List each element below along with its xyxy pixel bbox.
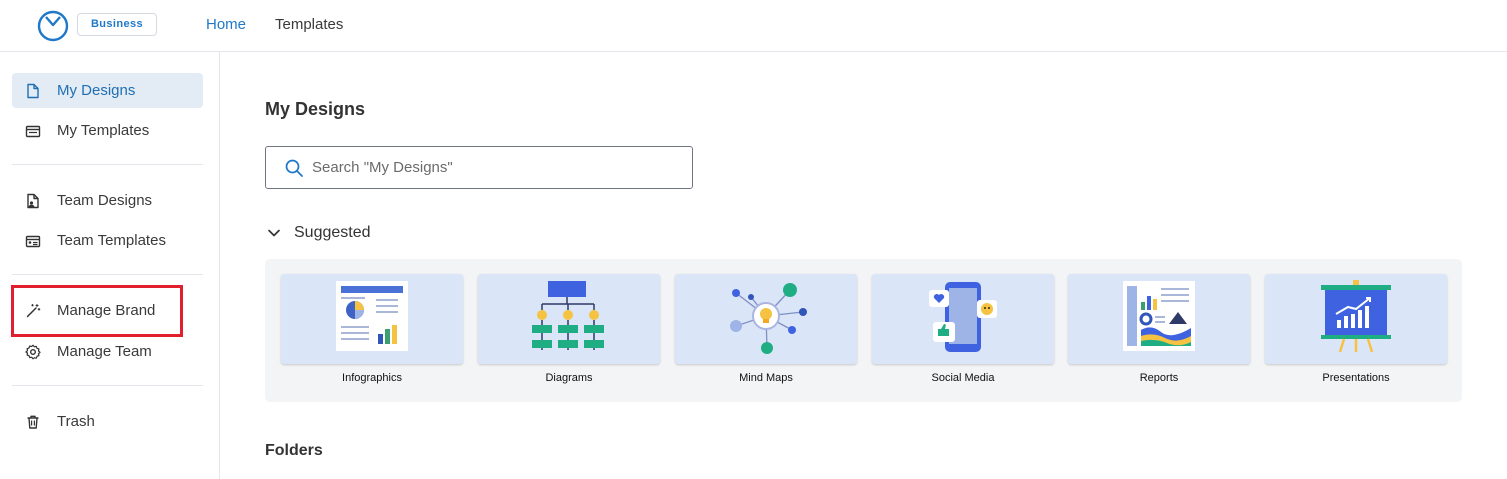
search-input[interactable]	[312, 159, 672, 176]
card-label: Presentations	[1322, 372, 1390, 384]
social-media-illustration-icon	[929, 282, 997, 352]
card-label: Infographics	[342, 372, 402, 384]
suggested-card-infographics[interactable]: Infographics	[281, 274, 463, 384]
sidebar-item-label: Team Designs	[57, 192, 153, 209]
sidebar-item-label: Team Templates	[57, 232, 166, 249]
suggested-toggle[interactable]: Suggested	[265, 224, 371, 242]
sidebar-divider	[12, 274, 203, 275]
team-document-icon	[23, 191, 43, 211]
team-template-icon	[23, 231, 43, 251]
search-box[interactable]	[265, 146, 693, 189]
presentation-illustration-icon	[1321, 280, 1391, 353]
sidebar-item-trash[interactable]: Trash	[12, 404, 203, 439]
suggested-label: Suggested	[294, 224, 371, 241]
suggested-card-presentations[interactable]: Presentations	[1265, 274, 1447, 384]
chevron-down-icon	[268, 229, 280, 237]
report-illustration-icon	[1123, 281, 1195, 351]
suggested-card-diagrams[interactable]: Diagrams	[478, 274, 660, 384]
app-logo-icon[interactable]	[37, 10, 69, 42]
sidebar-item-team-templates[interactable]: Team Templates	[12, 223, 203, 258]
manage-brand-highlight	[11, 285, 183, 337]
suggested-card-social-media[interactable]: Social Media	[872, 274, 1054, 384]
gear-icon	[23, 342, 43, 362]
page-title: My Designs	[265, 99, 366, 119]
search-icon	[285, 159, 303, 177]
document-icon	[23, 81, 43, 101]
suggested-panel: Infographics Diagrams Mind Maps Social M…	[265, 259, 1462, 402]
sidebar-item-label: Manage Team	[57, 343, 152, 360]
folders-heading: Folders	[265, 442, 323, 459]
sidebar-item-label: Trash	[57, 413, 95, 430]
suggested-card-reports[interactable]: Reports	[1068, 274, 1250, 384]
template-icon	[23, 121, 43, 141]
sidebar-item-label: My Designs	[57, 82, 136, 99]
sidebar-item-label: My Templates	[57, 122, 150, 139]
card-label: Reports	[1139, 372, 1179, 384]
infographic-illustration-icon	[336, 281, 408, 351]
sidebar-item-my-designs[interactable]: My Designs	[12, 73, 203, 108]
suggested-card-mind-maps[interactable]: Mind Maps	[675, 274, 857, 384]
card-label: Diagrams	[545, 372, 593, 384]
plan-badge: Business	[77, 13, 157, 36]
top-bar: Business Home Templates	[0, 0, 1507, 52]
card-label: Social Media	[931, 372, 995, 384]
nav-home[interactable]: Home	[206, 16, 246, 33]
sidebar-item-manage-team[interactable]: Manage Team	[12, 334, 203, 369]
diagram-illustration-icon	[532, 281, 604, 350]
mind-map-illustration-icon	[730, 283, 807, 354]
sidebar-divider	[12, 164, 203, 165]
sidebar-item-my-templates[interactable]: My Templates	[12, 113, 203, 148]
sidebar-divider	[12, 385, 203, 386]
sidebar-item-team-designs[interactable]: Team Designs	[12, 183, 203, 218]
card-label: Mind Maps	[739, 372, 793, 384]
nav-templates[interactable]: Templates	[275, 16, 343, 33]
trash-icon	[23, 412, 43, 432]
